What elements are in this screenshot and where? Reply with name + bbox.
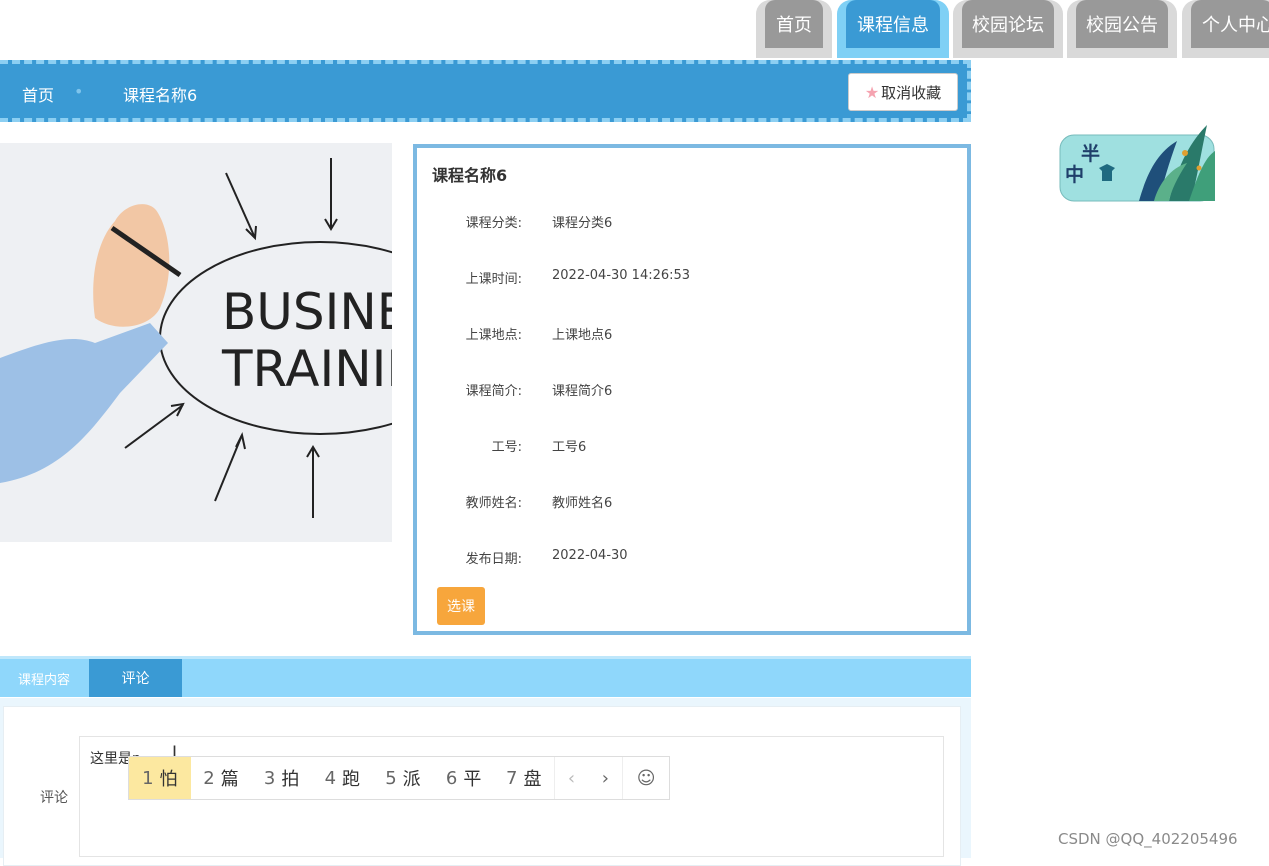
nav-tab-forum[interactable]: 校园论坛 (953, 0, 1063, 58)
detail-tab-strip: 课程内容 评论 (0, 656, 971, 697)
ime-candidate[interactable]: 6平 (433, 757, 494, 799)
field-label-class-time: 上课时间: (465, 272, 522, 287)
breadcrumb-home-link[interactable]: 首页 (22, 82, 54, 106)
watermark-text: CSDN @QQ_402205496 (1058, 830, 1238, 848)
nav-tab-course-info-label: 课程信息 (846, 0, 940, 48)
unfavorite-label: 取消收藏 (881, 83, 942, 102)
nav-tab-forum-label: 校园论坛 (962, 0, 1054, 48)
field-value-location: 上课地点6 (552, 328, 613, 343)
field-label-category: 课程分类: (465, 216, 522, 231)
ime-candidate[interactable]: 5派 (373, 757, 434, 799)
ime-candidate[interactable]: 2篇 (191, 757, 252, 799)
ime-candidate-number: 2 (203, 767, 215, 789)
field-value-publish-date: 2022-04-30 (552, 548, 628, 563)
ime-candidate[interactable]: 1怕 (129, 757, 191, 799)
business-training-illustration: BUSINES TRAININ (0, 143, 392, 542)
ime-next-page-icon[interactable]: › (588, 757, 622, 799)
ime-candidate-char: 派 (402, 769, 421, 790)
ime-candidate-number: 7 (506, 767, 518, 789)
ime-candidate-char: 平 (463, 769, 482, 790)
ime-candidate-char: 怕 (159, 769, 178, 790)
select-course-button[interactable]: 选课 (437, 587, 485, 625)
ime-candidate-number: 4 (324, 767, 337, 789)
ime-candidate-bar: 1怕 2篇 3拍 4跑 5派 6平 7盘 ‹ › ☺ (128, 756, 670, 800)
breadcrumb-separator: • (74, 82, 84, 101)
nav-tab-home[interactable]: 首页 (756, 0, 832, 58)
field-label-teacher-name: 教师姓名: (465, 496, 522, 511)
ime-candidate-number: 1 (142, 767, 154, 789)
ime-candidate-char: 拍 (281, 769, 300, 790)
ime-candidate-number: 5 (385, 767, 397, 789)
breadcrumb-current: 课程名称6 (123, 86, 198, 105)
field-label-publish-date: 发布日期: (465, 552, 522, 567)
course-title: 课程名称6 (432, 166, 508, 185)
ime-candidate-char: 篇 (220, 769, 239, 790)
tab-course-content[interactable]: 课程内容 (0, 659, 88, 697)
breadcrumb-bar: 首页 • 课程名称6 ★ 取消收藏 (0, 60, 971, 122)
nav-tab-home-label: 首页 (765, 0, 823, 48)
nav-tab-personal-center[interactable]: 个人中心 (1182, 0, 1269, 58)
image-text-line1: BUSINES (222, 283, 392, 341)
ime-candidate-number: 6 (445, 767, 458, 789)
comment-label: 评论 (40, 790, 68, 806)
decorative-sticker: 半 中 (1059, 113, 1215, 203)
field-value-class-time: 2022-04-30 14:26:53 (552, 268, 691, 283)
field-value-intro: 课程简介6 (552, 384, 613, 399)
course-image: BUSINES TRAININ (0, 143, 392, 542)
ime-prev-page-icon[interactable]: ‹ (553, 757, 589, 799)
ime-candidate[interactable]: 7盘 (494, 757, 554, 799)
nav-tab-course-info[interactable]: 课程信息 (837, 0, 949, 58)
ime-candidate[interactable]: 3拍 (251, 757, 312, 799)
field-label-staff-id: 工号: (491, 440, 522, 455)
course-info-panel: 课程名称6 课程分类: 课程分类6 上课时间: 2022-04-30 14:26… (413, 144, 971, 635)
ime-candidate-number: 3 (263, 767, 276, 789)
field-value-teacher-name: 教师姓名6 (552, 496, 613, 511)
image-text-line2: TRAININ (221, 340, 392, 398)
ime-candidate[interactable]: 4跑 (312, 757, 373, 799)
sticker-text-2: 中 (1065, 163, 1084, 186)
field-value-category: 课程分类6 (552, 216, 613, 231)
ime-candidate-char: 盘 (523, 769, 542, 790)
nav-tab-personal-center-label: 个人中心 (1191, 0, 1269, 48)
field-value-staff-id: 工号6 (552, 440, 587, 455)
field-label-intro: 课程简介: (465, 384, 522, 399)
unfavorite-button[interactable]: ★ 取消收藏 (848, 73, 958, 111)
field-label-location: 上课地点: (465, 328, 522, 343)
ime-emoji-icon[interactable]: ☺ (622, 757, 669, 799)
nav-tab-announcement-label: 校园公告 (1076, 0, 1168, 48)
leaf-sticker-icon: 半 中 (1059, 125, 1215, 202)
star-icon: ★ (864, 82, 880, 102)
nav-tab-announcement[interactable]: 校园公告 (1067, 0, 1177, 58)
ime-candidate-char: 跑 (342, 769, 361, 790)
sticker-text-1: 半 (1081, 142, 1100, 165)
tab-comments[interactable]: 评论 (89, 659, 182, 697)
